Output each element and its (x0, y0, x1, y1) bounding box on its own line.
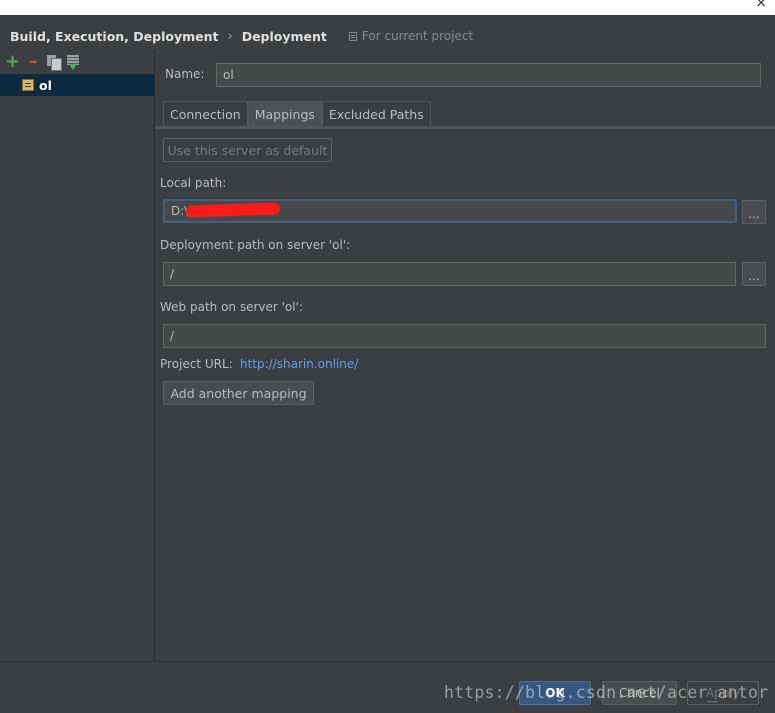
tab-divider (155, 126, 775, 129)
server-list-panel: + – ol (0, 50, 155, 661)
web-path-field[interactable]: / (163, 324, 766, 348)
footer-divider (0, 661, 775, 662)
remove-icon[interactable]: – (25, 53, 41, 71)
breadcrumb-current: Deployment (241, 28, 327, 44)
breadcrumb-parent: Build, Execution, Deployment (10, 28, 219, 44)
name-field[interactable]: ol (216, 63, 761, 87)
copy-icon[interactable] (47, 55, 62, 71)
cancel-button[interactable]: Cancel (602, 681, 677, 705)
server-item-ol[interactable]: ol (0, 74, 154, 96)
project-scope-icon (348, 31, 357, 41)
breadcrumb-separator-icon: › (227, 28, 233, 44)
server-item-label: ol (39, 77, 52, 93)
set-default-icon[interactable] (67, 54, 79, 70)
project-url-link[interactable]: http://sharin.online/ (240, 357, 358, 371)
scope-note-label: For current project (361, 29, 474, 43)
server-toolbar: + – (5, 53, 79, 71)
breadcrumb: Build, Execution, Deployment › Deploymen… (10, 27, 473, 45)
tab-mappings[interactable]: Mappings (247, 101, 322, 127)
close-icon[interactable]: × (755, 0, 767, 10)
scope-note: For current project (348, 29, 474, 43)
local-path-browse-button[interactable]: ... (742, 200, 766, 224)
tab-bar: Connection Mappings Excluded Paths (163, 101, 431, 127)
web-path-label: Web path on server 'ol': (160, 300, 303, 314)
local-path-label: Local path: (160, 176, 227, 190)
apply-button[interactable]: Apply (687, 681, 759, 705)
add-mapping-button[interactable]: Add another mapping (163, 381, 314, 405)
add-icon[interactable]: + (5, 53, 20, 71)
name-label: Name: (165, 67, 205, 81)
tab-excluded-paths[interactable]: Excluded Paths (321, 101, 431, 127)
tab-connection[interactable]: Connection (163, 101, 248, 127)
server-icon (22, 79, 34, 91)
deployment-path-browse-button[interactable]: ... (742, 262, 766, 286)
title-bar: × (0, 0, 775, 15)
ok-button[interactable]: OK (519, 681, 591, 705)
deployment-path-label: Deployment path on server 'ol': (160, 238, 351, 252)
deployment-path-field[interactable]: / (163, 262, 736, 286)
use-as-default-button[interactable]: Use this server as default (163, 138, 332, 162)
project-url-label: Project URL: (160, 357, 233, 371)
